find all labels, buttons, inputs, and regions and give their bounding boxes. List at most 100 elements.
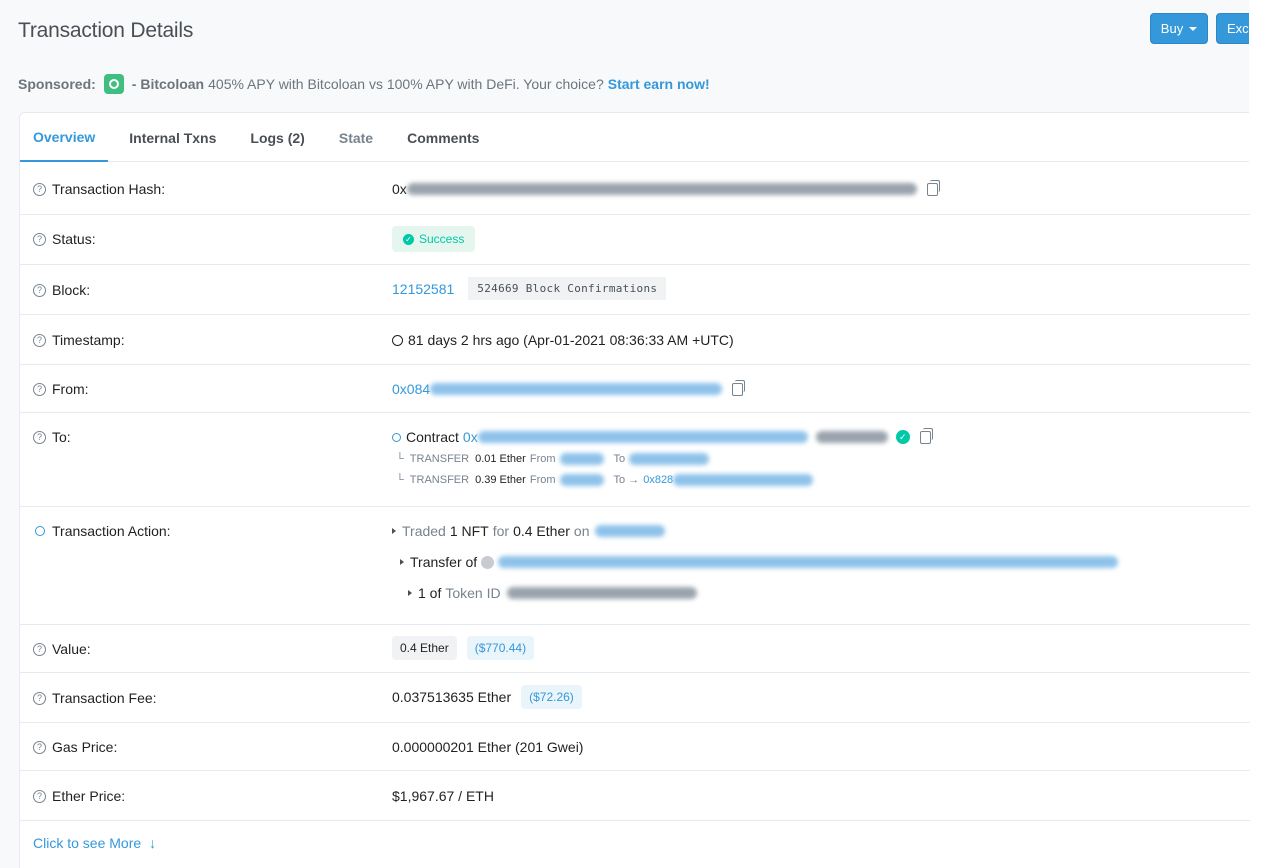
gas-label: Gas Price:	[52, 739, 118, 755]
internal-transfer-1: └ TRANSFER 0.01 Ether From To	[396, 453, 710, 465]
from-label-wrap: ? From:	[33, 381, 89, 397]
action-transfer-line: Transfer of	[400, 554, 1119, 570]
transfer-to-label: To →	[613, 474, 640, 486]
exchange-button-label: Exc	[1227, 21, 1249, 36]
transfer-of-label: Transfer of	[410, 554, 478, 570]
timestamp-label-wrap: ? Timestamp:	[33, 332, 125, 348]
action-label: Transaction Action:	[52, 523, 171, 539]
page-header: Transaction Details	[0, 0, 1249, 62]
block-label-wrap: ? Block:	[33, 282, 90, 298]
gas-value: 0.000000201 Ether (201 Gwei)	[392, 739, 584, 755]
to-label-wrap: ? To:	[33, 429, 71, 445]
transfer-from-redacted[interactable]	[559, 474, 604, 486]
caret-right-icon	[408, 590, 412, 596]
from-address-redacted[interactable]	[430, 383, 723, 395]
buy-button[interactable]: Buy	[1150, 13, 1208, 44]
help-icon: ?	[33, 283, 46, 297]
help-icon: ?	[33, 333, 46, 347]
sponsored-banner: Sponsored: - Bitcoloan 405% APY with Bit…	[18, 73, 710, 95]
copy-icon[interactable]	[926, 179, 940, 196]
value-label-wrap: ? Value:	[33, 641, 91, 657]
row-gas-price: ? Gas Price: 0.000000201 Ether (201 Gwei…	[20, 723, 1250, 771]
caret-right-icon	[392, 528, 396, 534]
caret-right-icon	[400, 559, 404, 565]
help-icon: ?	[33, 232, 46, 246]
transfer-details-redacted[interactable]	[498, 556, 1119, 568]
row-timestamp: ? Timestamp: 81 days 2 hrs ago (Apr-01-2…	[20, 315, 1250, 365]
tab-logs[interactable]: Logs (2)	[237, 113, 317, 162]
traded-count: 1 NFT	[449, 523, 489, 539]
ether-price-label: Ether Price:	[52, 788, 126, 804]
tab-internal-txns[interactable]: Internal Txns	[116, 113, 229, 162]
page-edge	[1249, 0, 1267, 868]
transfer-to-redacted[interactable]	[629, 453, 710, 465]
block-value: 12152581 524669 Block Confirmations	[392, 277, 667, 300]
confirmations-badge: 524669 Block Confirmations	[468, 277, 667, 300]
transfer-from-label: From	[529, 474, 556, 486]
sponsor-name: - Bitcoloan	[131, 76, 205, 92]
fee-usd-badge: ($72.26)	[521, 685, 582, 709]
transfer-type: TRANSFER	[409, 453, 470, 465]
copy-icon[interactable]	[919, 427, 933, 444]
copy-icon[interactable]	[732, 379, 746, 396]
contract-address-prefix[interactable]: 0x	[463, 429, 478, 445]
row-to: ? To: Contract 0x ✓ └ TRANSFER 0.01 Ethe…	[20, 413, 1250, 507]
transfer-from-label: From	[529, 453, 556, 465]
hash-prefix: 0x	[392, 181, 407, 197]
transfer-to-prefix[interactable]: 0x828	[643, 474, 673, 486]
token-count-label: 1 of	[418, 585, 442, 601]
start-earn-link[interactable]: Start earn now!	[608, 76, 710, 92]
value-usd-badge: ($770.44)	[466, 636, 535, 660]
tab-comments[interactable]: Comments	[394, 113, 492, 162]
token-id-redacted[interactable]	[506, 587, 697, 599]
transfer-type: TRANSFER	[409, 474, 470, 486]
transfer-to-redacted[interactable]	[673, 474, 814, 486]
to-label: To:	[52, 429, 71, 445]
tab-overview[interactable]: Overview	[20, 113, 109, 162]
token-icon	[481, 555, 495, 569]
hash-label: Transaction Hash:	[52, 181, 166, 197]
see-more-label: Click to see More	[33, 835, 142, 851]
row-ether-price: ? Ether Price: $1,967.67 / ETH	[20, 771, 1250, 821]
hash-value: 0x	[392, 179, 940, 197]
transaction-card: Overview Internal Txns Logs (2) State Co…	[19, 112, 1250, 868]
block-number-link[interactable]: 12152581	[392, 281, 454, 297]
action-label-wrap: Transaction Action:	[33, 523, 171, 539]
marketplace-redacted[interactable]	[595, 525, 666, 537]
timestamp-label: Timestamp:	[52, 332, 125, 348]
ether-price-value: $1,967.67 / ETH	[392, 788, 494, 804]
status-label: Status:	[52, 231, 96, 247]
gas-label-wrap: ? Gas Price:	[33, 739, 117, 755]
fee-label-wrap: ? Transaction Fee:	[33, 690, 157, 706]
contract-address-redacted[interactable]	[477, 431, 808, 443]
timestamp-text: 81 days 2 hrs ago (Apr-01-2021 08:36:33 …	[408, 332, 734, 348]
page-title: Transaction Details	[18, 19, 194, 42]
sponsored-label: Sponsored:	[18, 76, 96, 92]
tab-bar: Overview Internal Txns Logs (2) State Co…	[20, 113, 1249, 162]
block-label: Block:	[52, 282, 91, 298]
to-value: Contract 0x ✓	[392, 427, 933, 445]
transfer-tree-marker: └	[396, 453, 404, 465]
fee-value: 0.037513635 Ether ($72.26)	[392, 685, 582, 709]
row-transaction-hash: ? Transaction Hash: 0x	[20, 163, 1250, 215]
fee-label: Transaction Fee:	[52, 690, 157, 706]
help-icon: ?	[33, 430, 46, 444]
transfer-from-redacted[interactable]	[559, 453, 604, 465]
from-label: From:	[52, 381, 89, 397]
see-more-link[interactable]: Click to see More ↓	[33, 835, 156, 851]
action-trade-line: Traded 1 NFT for 0.4 Ether on	[392, 523, 666, 539]
arrow-down-icon: ↓	[149, 835, 157, 851]
transfer-tree-marker: └	[396, 474, 404, 486]
from-address-prefix[interactable]: 0x084	[392, 381, 430, 397]
row-block: ? Block: 12152581 524669 Block Confirmat…	[20, 265, 1250, 315]
row-status: ? Status: ✓ Success	[20, 215, 1250, 265]
from-value: 0x084	[392, 379, 746, 397]
traded-amount: 0.4 Ether	[513, 523, 570, 539]
contract-name-redacted	[815, 431, 888, 443]
help-icon: ?	[33, 740, 46, 754]
verified-check-icon: ✓	[895, 430, 910, 444]
row-value: ? Value: 0.4 Ether ($770.44)	[20, 625, 1250, 673]
transfer-amount: 0.01 Ether	[475, 453, 526, 465]
internal-transfer-2: └ TRANSFER 0.39 Ether From To → 0x828	[396, 474, 814, 486]
tab-state[interactable]: State	[326, 113, 386, 162]
